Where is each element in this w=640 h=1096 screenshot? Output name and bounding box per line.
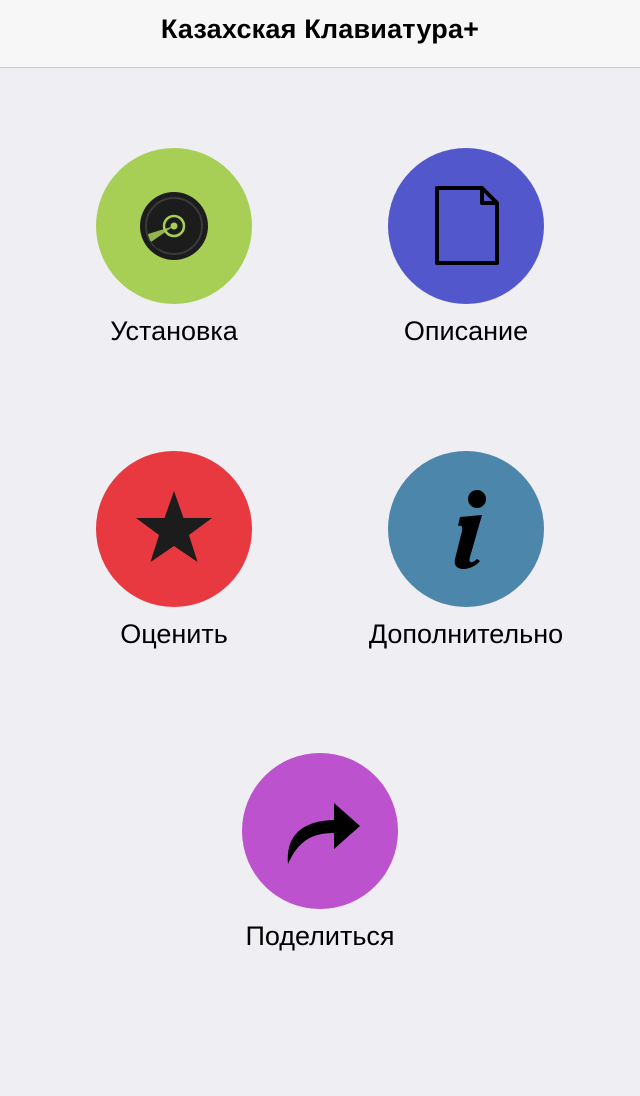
more-label: Дополнительно [368,619,564,649]
rate-button[interactable]: Оценить [44,451,304,671]
info-icon [454,490,486,569]
install-circle[interactable] [96,148,252,304]
document-icon [435,186,499,265]
share-label: Поделиться [245,921,395,951]
share-arrow-icon [287,803,360,864]
install-button[interactable]: Установка [44,148,304,368]
star-icon [136,491,212,562]
install-label: Установка [110,316,238,346]
disc-icon [140,192,208,260]
rate-label: Оценить [120,619,228,649]
description-circle[interactable] [388,148,544,304]
page-title: Казахская Клавиатура+ [160,14,480,44]
more-circle[interactable] [388,451,544,607]
share-button[interactable]: Поделиться [190,753,450,973]
rate-circle[interactable] [96,451,252,607]
description-button[interactable]: Описание [336,148,596,368]
share-circle[interactable] [242,753,398,909]
description-label: Описание [403,316,529,346]
more-button[interactable]: Дополнительно [336,451,596,671]
nav-bar: Казахская Клавиатура+ [0,0,640,68]
